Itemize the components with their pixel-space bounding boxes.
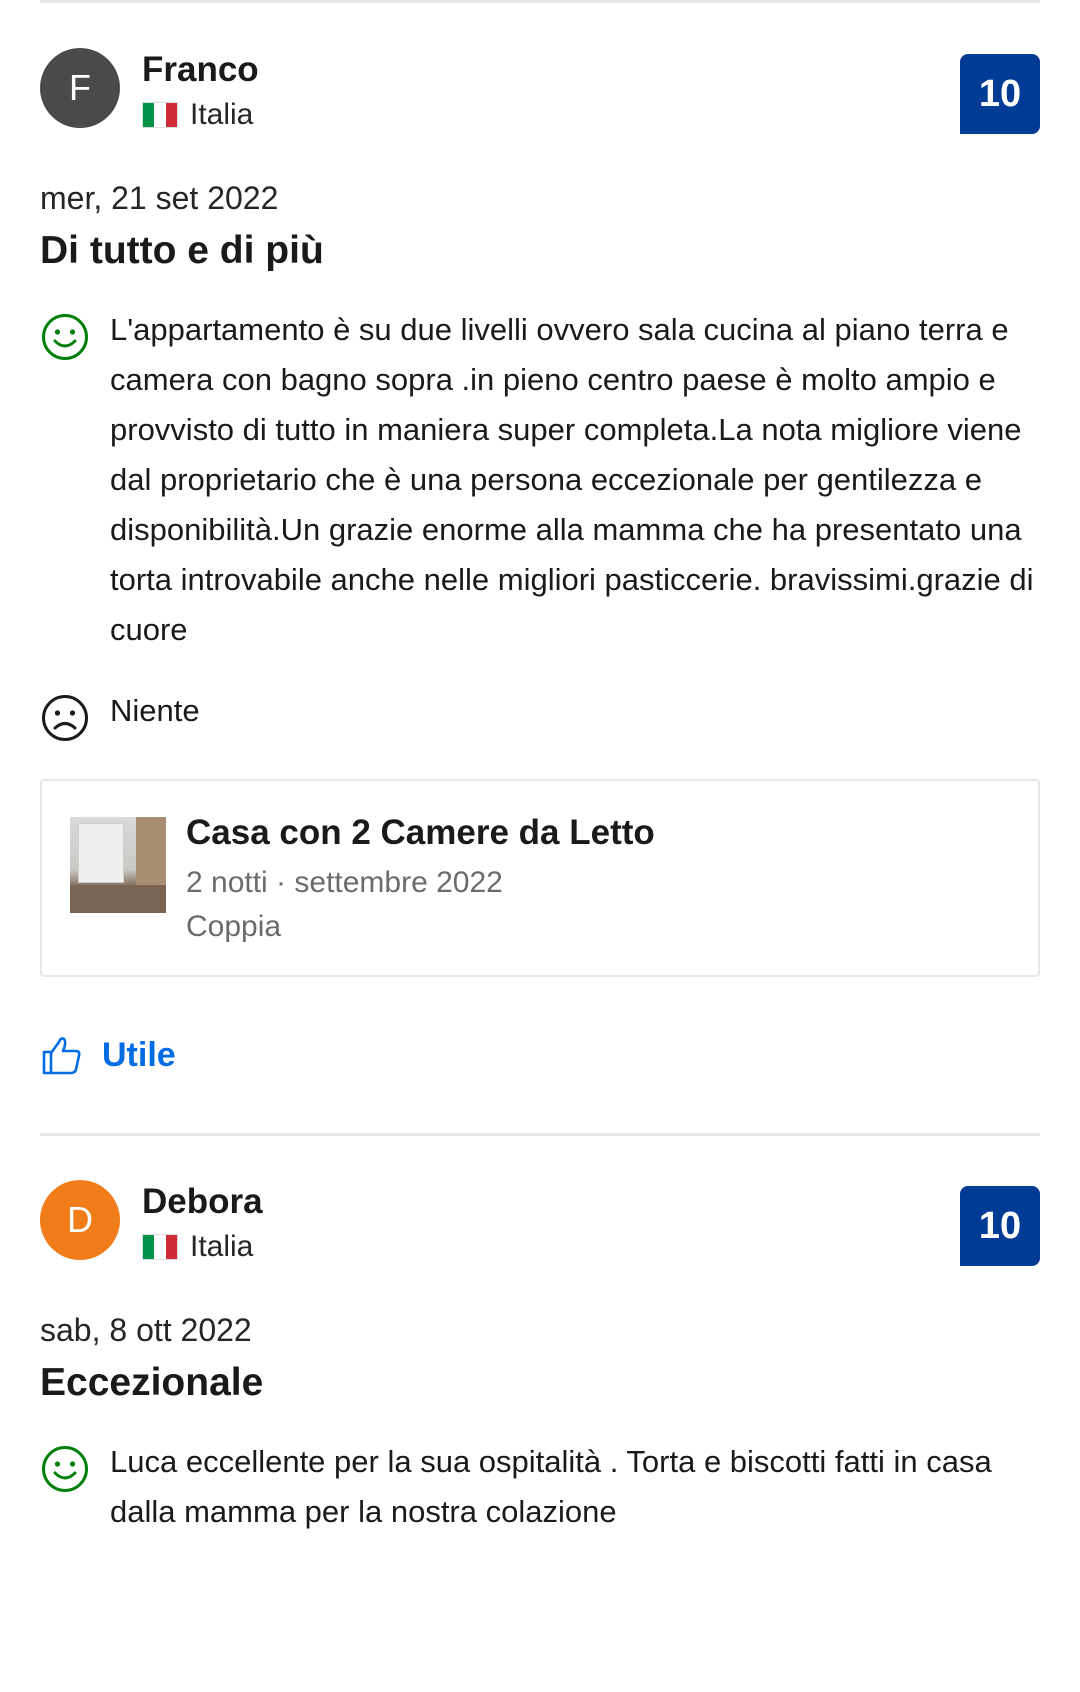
positive-text: L'appartamento è su due livelli ovvero s… [110,312,1034,647]
review-card: D Debora Italia 10 sab, 8 ott 2022 Eccez… [0,1136,1080,1537]
reviewer-name: Franco [142,50,259,89]
stay-nights-date: 2 notti · settembre 2022 [186,866,503,899]
stay-info-card[interactable]: Casa con 2 Camere da Letto 2 notti · set… [40,779,1040,977]
room-thumbnail [70,817,166,913]
positive-comment: Luca eccellente per la sua ospitalità . … [40,1442,1040,1537]
review-header: D Debora Italia 10 [40,1180,1040,1266]
review-date: sab, 8 ott 2022 [40,1312,252,1348]
negative-text: Niente [110,693,200,728]
review-date: mer, 21 set 2022 [40,180,279,216]
reviewer-country: Italia [142,1230,960,1264]
negative-comment: Niente [40,691,1040,743]
italy-flag-icon [142,102,178,128]
smile-icon [42,1446,88,1492]
smile-icon [42,314,88,360]
avatar: D [40,1180,120,1260]
italy-flag-icon [142,1234,178,1260]
helpful-button[interactable]: Utile [40,1033,1040,1077]
thumbs-up-icon [42,1037,81,1075]
review-score-badge: 10 [960,1186,1040,1266]
review-title: Di tutto e di più [40,229,324,272]
review-score-badge: 10 [960,54,1040,134]
review-header: F Franco Italia 10 [40,48,1040,134]
positive-comment: L'appartamento è su due livelli ovvero s… [40,310,1040,655]
frown-icon [42,695,88,741]
room-name: Casa con 2 Camere da Letto [186,813,655,852]
avatar: F [40,48,120,128]
positive-text: Luca eccellente per la sua ospitalità . … [110,1444,992,1529]
traveler-type: Coppia [186,910,282,943]
reviewer-country: Italia [142,98,960,132]
reviewer-name: Debora [142,1182,263,1221]
review-card: F Franco Italia 10 mer, 21 set 2022 Di t… [0,3,1080,1077]
review-title: Eccezionale [40,1361,264,1404]
